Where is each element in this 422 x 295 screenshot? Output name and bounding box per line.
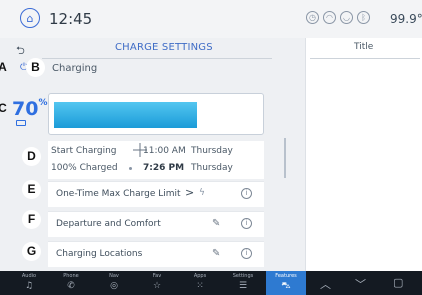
start-charging-day: Thursday bbox=[191, 146, 233, 156]
charging-status: Charging bbox=[52, 63, 98, 74]
bottom-nav-bar: Audio ♫ Phone ✆ Nav ◎ Fav ☆ Apps ⁙ Settings ☰ … bbox=[0, 271, 422, 295]
chevron-up-icon[interactable]: ︿ bbox=[320, 276, 331, 292]
star-icon: ☆ bbox=[152, 281, 162, 291]
title-divider bbox=[42, 58, 272, 59]
full-charged-label: 100% Charged bbox=[51, 163, 118, 173]
edit-pencil-icon[interactable]: ✎ bbox=[212, 218, 220, 229]
right-panel: Title bbox=[305, 38, 422, 271]
annotation-b: B bbox=[26, 58, 45, 77]
right-panel-divider bbox=[310, 58, 420, 59]
nav-navigation[interactable]: Nav ◎ bbox=[95, 273, 133, 295]
right-panel-title: Title bbox=[354, 42, 374, 52]
full-charged-row: 100% Charged 7:26 PM Thursday bbox=[51, 163, 233, 173]
annotation-d: D bbox=[22, 147, 41, 166]
annotation-e: E bbox=[22, 180, 41, 199]
start-charging-label: Start Charging bbox=[51, 146, 117, 156]
battery-percent: 70% bbox=[12, 98, 48, 120]
charge-settings-panel: ⮌ CHARGE SETTINGS ⏻ Charging 70% Start C… bbox=[0, 38, 305, 271]
scrollbar[interactable] bbox=[284, 138, 286, 178]
car-icon: ⛍ bbox=[281, 281, 291, 291]
status-icons: ◷ ◠ ◡ ᛒ bbox=[306, 11, 370, 24]
full-charged-day: Thursday bbox=[191, 163, 233, 173]
clock-icon: ◷ bbox=[306, 11, 319, 24]
start-charging-time: 11:00 AM bbox=[143, 146, 186, 156]
info-icon[interactable]: i bbox=[241, 218, 252, 229]
status-bar: ⌂ 12:45 ◷ ◠ ◡ ᛒ 99.9° bbox=[0, 0, 422, 38]
profile-icon: ◡ bbox=[340, 11, 353, 24]
chevron-right-icon: > bbox=[185, 186, 195, 199]
departure-comfort-label: Departure and Comfort bbox=[56, 219, 161, 229]
annotation-f: F bbox=[22, 210, 41, 229]
sliders-icon: ☰ bbox=[238, 281, 248, 291]
wifi-icon: ◠ bbox=[323, 11, 336, 24]
full-charged-time: 7:26 PM bbox=[143, 163, 185, 173]
clock: 12:45 bbox=[49, 10, 93, 28]
charging-locations-row[interactable]: Charging Locations ✎ i bbox=[48, 241, 264, 267]
home-icon[interactable]: ⌂ bbox=[20, 8, 40, 28]
nav-audio[interactable]: Audio ♫ bbox=[10, 273, 48, 295]
battery-level-bar bbox=[48, 93, 264, 135]
nav-phone[interactable]: Phone ✆ bbox=[52, 273, 90, 295]
compass-icon: ◎ bbox=[110, 281, 118, 291]
info-icon[interactable]: i bbox=[241, 248, 252, 259]
battery-level-fill bbox=[54, 102, 197, 128]
grid-icon: ⁙ bbox=[196, 281, 204, 291]
max-charge-limit-row[interactable]: One-Time Max Charge Limit > ϟ i bbox=[48, 181, 264, 207]
annotation-g: G bbox=[22, 242, 41, 261]
info-icon[interactable]: i bbox=[241, 188, 252, 199]
outside-temperature: 99.9° bbox=[390, 12, 422, 26]
bluetooth-icon: ᛒ bbox=[357, 11, 370, 24]
charging-locations-label: Charging Locations bbox=[56, 249, 143, 259]
back-arrow-icon[interactable]: ⮌ bbox=[16, 42, 25, 61]
edit-pencil-icon[interactable]: ✎ bbox=[212, 248, 220, 259]
nav-settings[interactable]: Settings ☰ bbox=[224, 273, 262, 295]
battery-icon bbox=[16, 120, 26, 126]
charge-schedule[interactable]: Start Charging 11:00 AM Thursday 100% Char… bbox=[48, 141, 264, 179]
nav-features[interactable]: Features ⛍ bbox=[266, 271, 306, 295]
start-charging-row: Start Charging 11:00 AM Thursday bbox=[51, 146, 233, 156]
phone-icon: ✆ bbox=[67, 281, 75, 291]
page-title: CHARGE SETTINGS bbox=[115, 42, 213, 53]
chevron-down-icon[interactable]: ﹀ bbox=[355, 276, 366, 292]
charge-limit-icon: ϟ bbox=[199, 188, 205, 198]
max-charge-limit-label: One-Time Max Charge Limit bbox=[56, 189, 181, 199]
music-icon: ♫ bbox=[24, 281, 34, 291]
departure-comfort-row[interactable]: Departure and Comfort ✎ i bbox=[48, 211, 264, 237]
nav-favorites[interactable]: Fav ☆ bbox=[138, 273, 176, 295]
window-icon[interactable]: ▢ bbox=[393, 276, 403, 289]
nav-apps[interactable]: Apps ⁙ bbox=[181, 273, 219, 295]
